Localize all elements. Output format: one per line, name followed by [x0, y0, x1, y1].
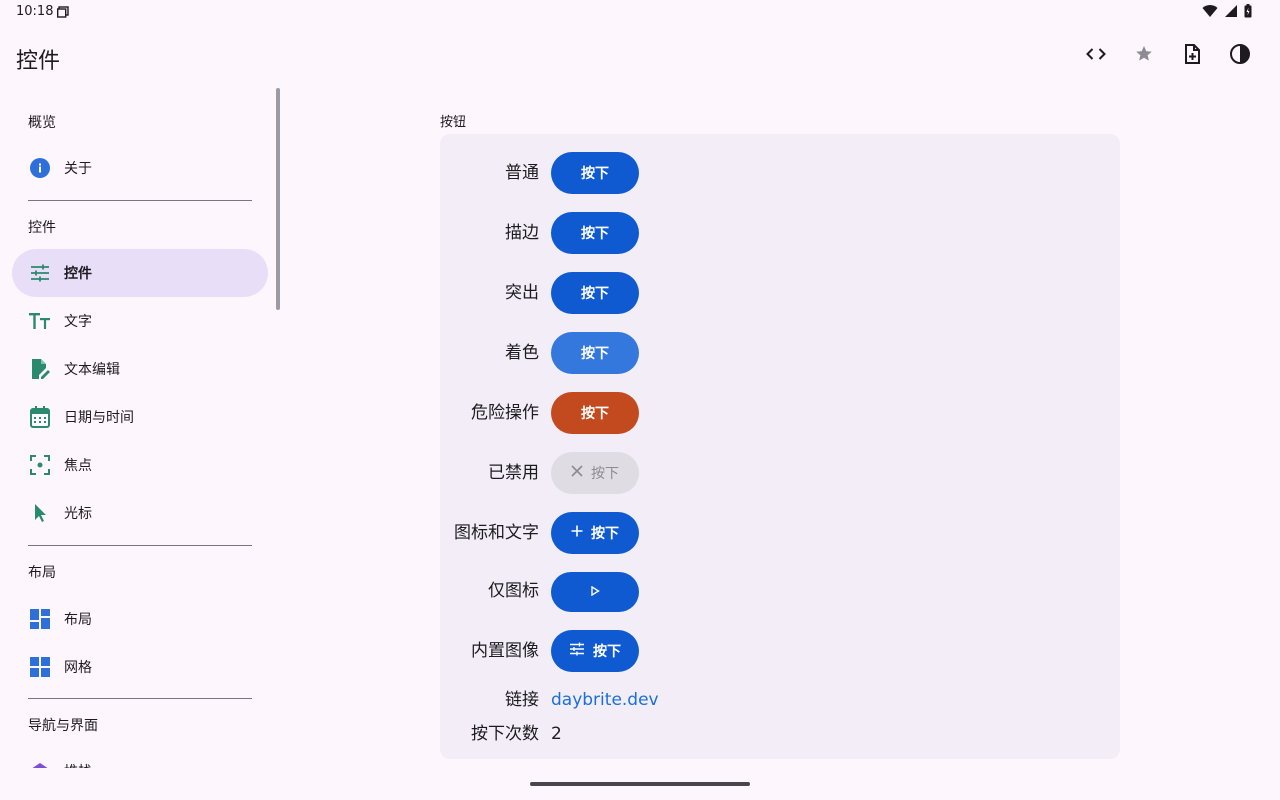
theme-toggle-icon	[1228, 42, 1252, 70]
star-icon	[1132, 42, 1156, 70]
divider	[28, 200, 252, 201]
focus-icon	[28, 453, 52, 477]
info-icon	[28, 156, 52, 180]
row-label: 描边	[505, 223, 539, 243]
screenshot-notification-icon	[56, 6, 69, 22]
sidebar-item-label: 布局	[64, 612, 92, 628]
sidebar-scrollbar[interactable]	[276, 88, 280, 310]
sidebar-item-widgets[interactable]: 控件	[12, 249, 268, 297]
row-link: 链接 daybrite.dev	[440, 679, 1120, 721]
website-link[interactable]: daybrite.dev	[551, 679, 659, 721]
divider	[28, 545, 252, 546]
close-icon	[571, 465, 583, 481]
signal-icon	[1224, 4, 1238, 22]
prominent-button[interactable]: 按下	[551, 272, 639, 314]
sidebar-item-label: 控件	[64, 266, 92, 282]
tinted-button[interactable]: 按下	[551, 332, 639, 374]
row-icon-and-text: 图标和文字 按下	[440, 512, 1120, 554]
row-label: 着色	[505, 343, 539, 363]
section-header-widgets: 控件	[28, 220, 56, 236]
add-file-icon	[1180, 42, 1204, 70]
plain-button[interactable]: 按下	[551, 152, 639, 194]
app-bar-actions	[1072, 32, 1264, 80]
sidebar[interactable]: 概览 关于 控件 控件 文字 文本编辑 日期与时间 焦点 光标 布局 布局 网格…	[0, 88, 280, 768]
row-label: 普通	[505, 163, 539, 183]
sidebar-item-text-edit[interactable]: 文本编辑	[12, 345, 268, 393]
row-tinted: 着色 按下	[440, 332, 1120, 374]
sidebar-item-text[interactable]: 文字	[12, 297, 268, 345]
sidebar-item-cursor[interactable]: 光标	[12, 489, 268, 537]
layout-icon	[28, 607, 52, 631]
row-icon-only: 仅图标	[440, 572, 1120, 614]
row-label: 链接	[505, 690, 539, 710]
row-prominent: 突出 按下	[440, 272, 1120, 314]
plus-icon	[571, 525, 583, 541]
row-label: 按下次数	[471, 724, 539, 744]
tune-icon	[28, 261, 52, 285]
row-disabled: 已禁用 按下	[440, 452, 1120, 494]
section-header-overview: 概览	[28, 115, 56, 131]
code-icon	[1084, 42, 1108, 70]
sidebar-item-label: 文本编辑	[64, 362, 120, 378]
status-bar: 10:18	[0, 0, 1280, 24]
outlined-button[interactable]: 按下	[551, 212, 639, 254]
edit-document-icon	[28, 357, 52, 381]
icon-only-button[interactable]	[551, 572, 639, 612]
sidebar-item-label: 文字	[64, 314, 92, 330]
buttons-card: 普通 按下 描边 按下 突出 按下 着色 按下 危险操作 按下 已禁用 按下 图…	[440, 134, 1120, 759]
stack-icon	[28, 759, 52, 768]
row-label: 仅图标	[488, 581, 539, 601]
page-title: 控件	[16, 49, 61, 74]
row-label: 突出	[505, 283, 539, 303]
row-plain: 普通 按下	[440, 152, 1120, 194]
code-button[interactable]	[1072, 32, 1120, 80]
sidebar-item-about[interactable]: 关于	[12, 144, 268, 192]
tune-icon	[569, 642, 585, 660]
row-label: 已禁用	[488, 463, 539, 483]
icon-text-button[interactable]: 按下	[551, 512, 639, 554]
sidebar-item-stack[interactable]: 堆栈	[12, 747, 268, 768]
theme-toggle-button[interactable]	[1216, 32, 1264, 80]
grid-icon	[28, 655, 52, 679]
cursor-icon	[28, 501, 52, 525]
calendar-icon	[28, 405, 52, 429]
favorite-button[interactable]	[1120, 32, 1168, 80]
destructive-button[interactable]: 按下	[551, 392, 639, 434]
battery-icon	[1244, 4, 1252, 22]
wifi-icon	[1202, 4, 1218, 22]
sidebar-item-label: 堆栈	[64, 761, 92, 768]
sidebar-item-label: 日期与时间	[64, 410, 134, 426]
section-header-navigation: 导航与界面	[28, 718, 98, 734]
row-outlined: 描边 按下	[440, 212, 1120, 254]
press-count-value: 2	[551, 724, 562, 744]
row-press-count: 按下次数 2	[440, 717, 1120, 759]
sidebar-item-label: 网格	[64, 660, 92, 676]
status-time: 10:18	[16, 4, 54, 19]
row-destructive: 危险操作 按下	[440, 392, 1120, 434]
sidebar-item-date-time[interactable]: 日期与时间	[12, 393, 268, 441]
row-label: 图标和文字	[454, 523, 539, 543]
row-builtin-image: 内置图像 按下	[440, 630, 1120, 672]
row-label: 危险操作	[471, 403, 539, 423]
text-size-icon	[28, 309, 52, 333]
sidebar-item-label: 焦点	[64, 458, 92, 474]
sidebar-item-grid[interactable]: 网格	[12, 643, 268, 691]
sidebar-item-label: 关于	[64, 161, 92, 177]
add-file-button[interactable]	[1168, 32, 1216, 80]
app-bar: 控件	[0, 24, 1280, 88]
row-label: 内置图像	[471, 641, 539, 661]
builtin-image-button[interactable]: 按下	[551, 630, 639, 672]
divider	[28, 698, 252, 699]
gesture-navigation-handle[interactable]	[530, 782, 750, 786]
sidebar-item-layout[interactable]: 布局	[12, 595, 268, 643]
section-header-layout: 布局	[28, 565, 56, 581]
disabled-button: 按下	[551, 452, 639, 494]
section-title: 按钮	[440, 115, 467, 130]
play-icon	[590, 584, 600, 600]
sidebar-item-focus[interactable]: 焦点	[12, 441, 268, 489]
sidebar-item-label: 光标	[64, 506, 92, 522]
